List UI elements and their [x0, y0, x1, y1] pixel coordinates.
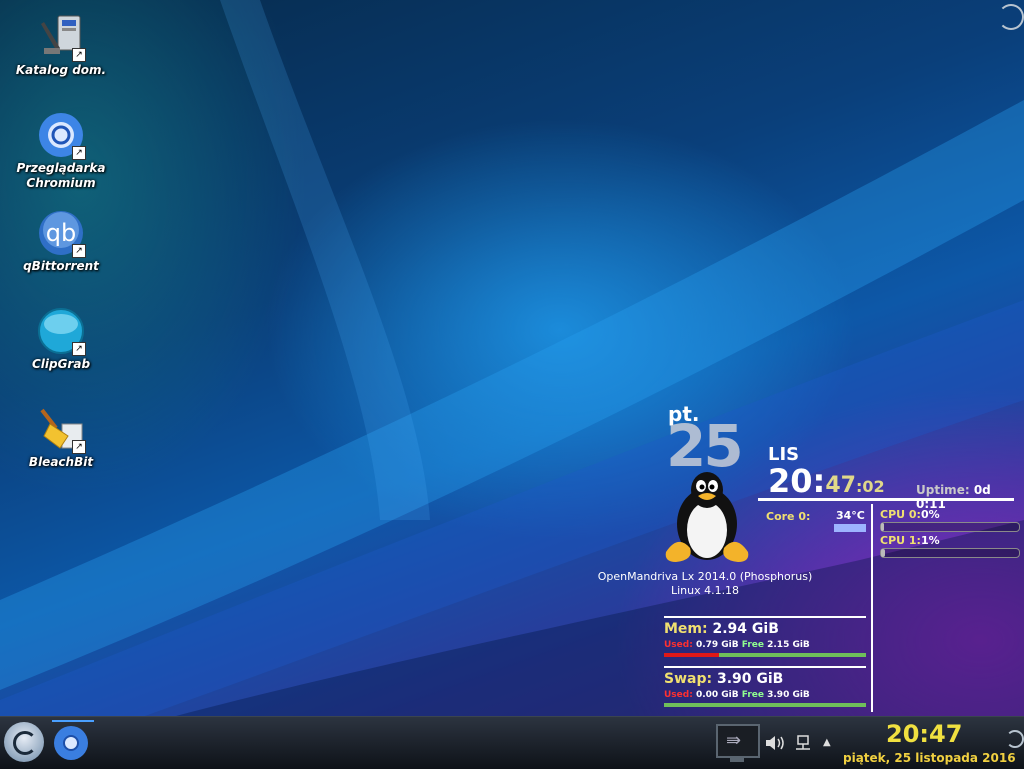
clipgrab-icon: ↗	[38, 308, 86, 356]
taskbar-clock[interactable]: 20:47	[886, 720, 962, 748]
conky-clock-seconds: :02	[855, 477, 885, 496]
shortcut-arrow-icon: ↗	[72, 48, 86, 62]
panel-toolbox-button[interactable]	[1006, 730, 1024, 748]
forward-icon: ⇛	[726, 730, 742, 751]
conky-cpu1: CPU 1:1%	[880, 534, 940, 547]
conky-core-temp: 34°C	[836, 509, 865, 522]
conky-divider	[664, 616, 866, 618]
shortcut-arrow-icon: ↗	[72, 440, 86, 454]
taskbar-date: piątek, 25 listopada 2016	[843, 751, 1016, 765]
desktop-icon-chromium[interactable]: ↗ Przeglądarka Chromium	[11, 112, 111, 191]
taskbar-chromium-button[interactable]	[54, 726, 88, 760]
desktop-icon-clipgrab[interactable]: ↗ ClipGrab	[11, 308, 111, 372]
conky-cpu1-bar	[880, 548, 1020, 558]
conky-clock-minutes: 47	[825, 473, 856, 498]
task-active-indicator	[52, 720, 94, 722]
qbittorrent-icon: qb ↗	[38, 210, 86, 258]
bleachbit-broom-icon: ↗	[38, 406, 86, 454]
chromium-icon: ↗	[38, 112, 86, 160]
desktop-icon-label: ClipGrab	[31, 357, 91, 371]
conky-mem-total: Mem: 2.94 GiB	[664, 621, 779, 637]
tux-penguin-icon	[665, 472, 749, 562]
file-manager-icon: ↗	[38, 14, 86, 62]
conky-uptime: Uptime: 0d 0:11	[916, 483, 991, 511]
conky-swap-total: Swap: 3.90 GiB	[664, 671, 784, 687]
shortcut-arrow-icon: ↗	[72, 342, 86, 356]
svg-text:qb: qb	[46, 219, 76, 247]
chromium-icon	[63, 735, 79, 751]
conky-clock-hours: 20:	[768, 462, 826, 500]
conky-divider	[871, 504, 873, 712]
conky-os-info: OpenMandriva Lx 2014.0 (Phosphorus) Linux…	[597, 570, 813, 597]
desktop-icon-label: qBittorrent	[23, 259, 99, 273]
desktop-icon-home-folder[interactable]: ↗ Katalog dom.	[11, 14, 111, 78]
conky-divider	[758, 498, 1014, 501]
desktop-switch-button[interactable]: ⇛	[716, 724, 760, 762]
desktop-toolbox-button[interactable]	[998, 4, 1024, 30]
conky-cpu0-bar	[880, 522, 1020, 532]
desktop-icon-label: BleachBit	[28, 455, 94, 469]
desktop-icon-label: Przeglądarka Chromium	[16, 161, 106, 190]
openmandriva-logo-icon	[13, 731, 37, 755]
desktop-icon-qbittorrent[interactable]: qb ↗ qBittorrent	[11, 210, 111, 274]
application-menu-button[interactable]	[4, 722, 44, 762]
network-icon[interactable]	[793, 734, 813, 758]
volume-icon[interactable]	[764, 734, 786, 756]
chevron-up-icon[interactable]: ▲	[823, 737, 831, 748]
conky-mem-usage: Used: 0.79 GiB Free 2.15 GiB	[664, 640, 810, 650]
shortcut-arrow-icon: ↗	[72, 244, 86, 258]
desktop-icon-label: Katalog dom.	[15, 63, 107, 77]
conky-divider	[664, 666, 866, 668]
conky-temp-bar	[834, 524, 866, 532]
shortcut-arrow-icon: ↗	[72, 146, 86, 160]
conky-clock: 20:47:02	[768, 462, 885, 500]
conky-cpu0: CPU 0:0%	[880, 508, 940, 521]
conky-core-label: Core 0:	[766, 510, 811, 523]
desktop-icon-bleachbit[interactable]: ↗ BleachBit	[11, 406, 111, 470]
conky-swap-usage: Used: 0.00 GiB Free 3.90 GiB	[664, 690, 810, 700]
conky-mem-bar	[664, 653, 866, 657]
conky-swap-bar	[664, 703, 866, 707]
